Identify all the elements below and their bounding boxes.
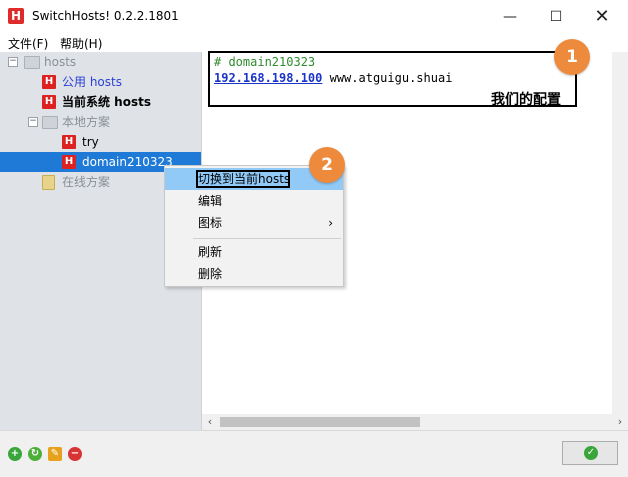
ctx-label: 刷新 — [198, 245, 223, 259]
tree-label-online: 在线方案 — [62, 175, 111, 189]
add-icon[interactable]: + — [8, 447, 22, 461]
ctx-label: 图标 — [198, 216, 223, 230]
app-h-icon: H — [8, 8, 24, 24]
hosts-h-icon: H — [42, 75, 56, 89]
tree-label-domain210323: domain210323 — [82, 155, 173, 169]
menu-help[interactable]: 帮助(H) — [60, 35, 102, 52]
vertical-scrollbar[interactable] — [612, 52, 628, 414]
window-title: SwitchHosts! 0.2.2.1801 — [32, 9, 179, 23]
checkmark-icon: ✓ — [584, 446, 598, 460]
apply-button[interactable]: ✓ — [562, 441, 618, 465]
tree-item-local[interactable]: − 本地方案 — [0, 112, 201, 132]
delete-icon[interactable]: − — [68, 447, 82, 461]
tree-label-try: try — [82, 135, 99, 149]
tree-label-root: hosts — [44, 55, 77, 69]
menu-divider — [193, 238, 341, 239]
title-bar: H SwitchHosts! 0.2.2.1801 — ☐ ✕ — [0, 0, 628, 34]
annotation-caption: 我们的配置 — [491, 92, 561, 108]
collapse-icon[interactable]: − — [8, 57, 18, 67]
tree-item-root[interactable]: − hosts — [0, 52, 201, 72]
folder-icon — [42, 175, 55, 190]
edit-pencil-icon[interactable]: ✎ — [48, 447, 62, 461]
ctx-label: 删除 — [198, 267, 223, 281]
annotation-box — [196, 170, 290, 188]
scroll-thumb[interactable] — [220, 417, 420, 427]
step-badge-2: 2 — [309, 147, 345, 183]
scroll-left-icon[interactable]: ‹ — [202, 414, 218, 430]
ctx-refresh[interactable]: 刷新 — [165, 241, 343, 263]
hosts-h-icon: H — [42, 95, 56, 109]
tree-item-public-hosts[interactable]: H 公用 hosts — [0, 72, 201, 92]
bottom-toolbar: + ↻ ✎ − — [0, 430, 628, 477]
folder-icon — [24, 56, 40, 69]
context-menu: 切换到当前hosts 编辑 图标 › 刷新 删除 — [164, 165, 344, 287]
hosts-h-icon: H — [62, 135, 76, 149]
menu-file[interactable]: 文件(F) — [8, 35, 48, 52]
close-button[interactable]: ✕ — [579, 0, 625, 34]
step-badge-1: 1 — [554, 39, 590, 75]
maximize-button[interactable]: ☐ — [533, 0, 579, 34]
tree-item-try[interactable]: H try — [0, 132, 201, 152]
horizontal-scrollbar[interactable]: ‹ › — [202, 414, 628, 430]
minimize-button[interactable]: — — [487, 0, 533, 34]
tree-label-current: 当前系统 hosts — [62, 95, 151, 109]
refresh-icon[interactable]: ↻ — [28, 447, 42, 461]
tree-label-local: 本地方案 — [62, 115, 111, 129]
submenu-arrow-icon: › — [328, 216, 333, 230]
scroll-right-icon[interactable]: › — [612, 414, 628, 430]
folder-icon — [42, 116, 58, 129]
ctx-edit[interactable]: 编辑 — [165, 190, 343, 212]
menu-bar: 文件(F) 帮助(H) — [0, 34, 628, 52]
ctx-label: 编辑 — [198, 194, 223, 208]
collapse-icon[interactable]: − — [28, 117, 38, 127]
tree-item-current-hosts[interactable]: H 当前系统 hosts — [0, 92, 201, 112]
ctx-delete[interactable]: 删除 — [165, 263, 343, 285]
ctx-icon[interactable]: 图标 › — [165, 212, 343, 234]
tree-label-public: 公用 hosts — [62, 75, 122, 89]
hosts-h-icon: H — [62, 155, 76, 169]
